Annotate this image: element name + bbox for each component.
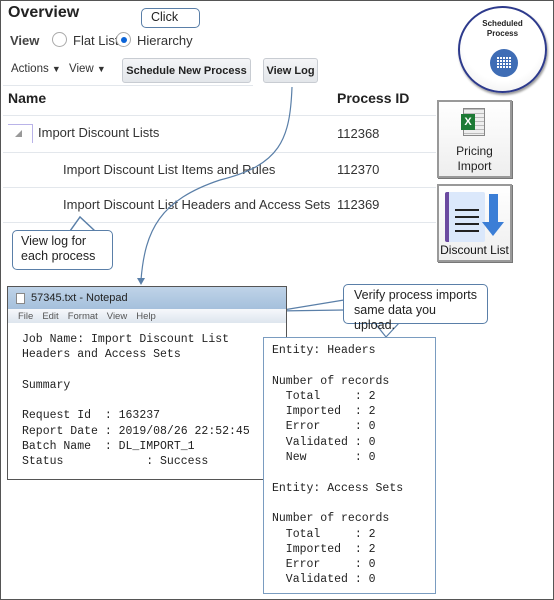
menu-help[interactable]: Help	[136, 311, 156, 322]
menu-file[interactable]: File	[18, 311, 33, 322]
menu-format[interactable]: Format	[68, 311, 98, 322]
callout-view-log-each: View log for each process	[12, 230, 113, 270]
discount-list-label: Discount List	[440, 243, 509, 257]
notepad-title-bar: 57345.txt - Notepad	[8, 287, 286, 309]
scheduled-process-tile[interactable]: Scheduled Process	[458, 6, 547, 93]
menu-view[interactable]: View	[107, 311, 127, 322]
notepad-title: 57345.txt - Notepad	[31, 292, 128, 304]
scheduled-process-label: Scheduled Process	[482, 19, 523, 38]
pricing-import-label: Pricing Import	[456, 144, 493, 173]
excel-icon: X	[461, 108, 485, 136]
callout-verify: Verify process imports same data you upl…	[343, 284, 488, 332]
notepad-text[interactable]: Job Name: Import Discount List Headers a…	[8, 323, 286, 470]
calendar-icon	[490, 49, 518, 77]
checklist-icon	[445, 192, 485, 242]
notepad-menu-bar: File Edit Format View Help	[8, 309, 286, 323]
entity-summary-box: Entity: Headers Number of records Total …	[263, 337, 436, 594]
notepad-icon	[16, 292, 25, 304]
pricing-import-tile[interactable]: X Pricing Import	[437, 100, 512, 178]
notepad-window: 57345.txt - Notepad File Edit Format Vie…	[7, 286, 287, 480]
menu-edit[interactable]: Edit	[42, 311, 58, 322]
discount-list-tile[interactable]: Discount List	[437, 184, 512, 262]
